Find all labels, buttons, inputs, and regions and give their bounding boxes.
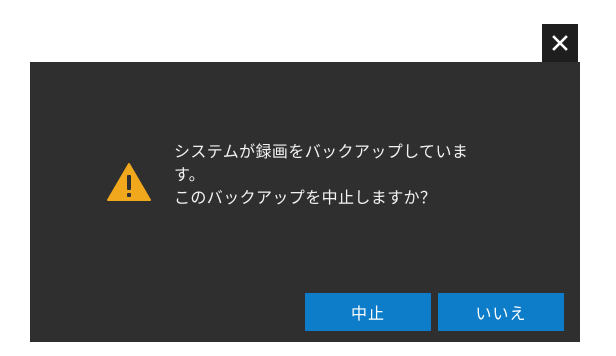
warning-icon — [106, 162, 152, 202]
close-icon — [552, 35, 568, 51]
stop-button[interactable]: 中止 — [305, 293, 431, 331]
close-button[interactable] — [542, 24, 578, 62]
dialog-message: システムが録画をバックアップしていま す。 このバックアップを中止しますか？ — [174, 140, 524, 209]
screen: システムが録画をバックアップしていま す。 このバックアップを中止しますか？ 中… — [0, 0, 616, 356]
no-button[interactable]: いいえ — [438, 293, 564, 331]
message-line-2: す。 — [174, 165, 206, 184]
message-line-3: このバックアップを中止しますか？ — [174, 188, 437, 207]
message-line-1: システムが録画をバックアップしていま — [174, 142, 469, 161]
backup-stop-dialog: システムが録画をバックアップしていま す。 このバックアップを中止しますか？ 中… — [30, 62, 580, 342]
